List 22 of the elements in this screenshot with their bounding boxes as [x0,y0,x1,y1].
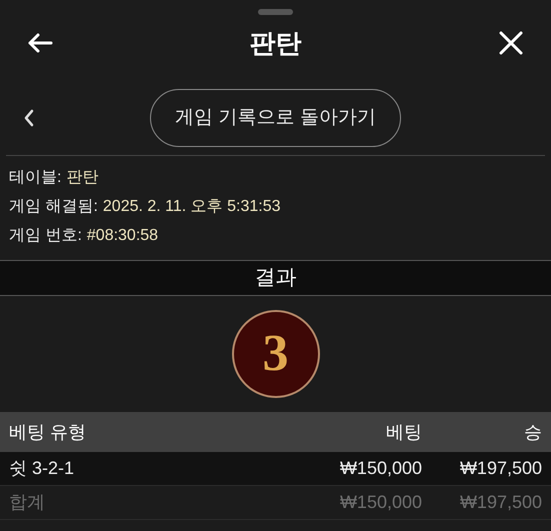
chevron-left-icon[interactable] [22,108,36,128]
drag-handle[interactable] [258,9,293,15]
result-heading: 결과 [0,260,551,296]
table-cell-text: 합계 [9,491,46,514]
table-cell-text: ₩197,500 [458,457,542,480]
table-cell-text: ₩150,000 [338,491,422,514]
info-value: #08:30:58 [86,226,158,246]
back-to-history-button[interactable]: 게임 기록으로 돌아가기 [150,89,401,147]
column-header: 베팅 [385,420,422,444]
close-icon[interactable] [497,29,525,57]
table-cell-text: 쉿 3-2-1 [9,457,76,480]
info-value: 2025. 2. 11. 오후 5:31:53 [102,197,280,217]
result-number-badge: 3 [232,310,320,398]
column-header: 승 [523,420,542,444]
info-value: 판탄 [66,168,98,188]
info-label: 게임 번호: [9,226,82,246]
info-label: 테이블: [9,168,62,188]
table-cell-text: ₩197,500 [458,491,542,514]
window-title: 판탄 [250,26,302,60]
table-cell-text: ₩150,000 [338,457,422,480]
info-label: 게임 해결됨: [9,197,98,217]
column-header: 베팅 유형 [9,420,88,444]
